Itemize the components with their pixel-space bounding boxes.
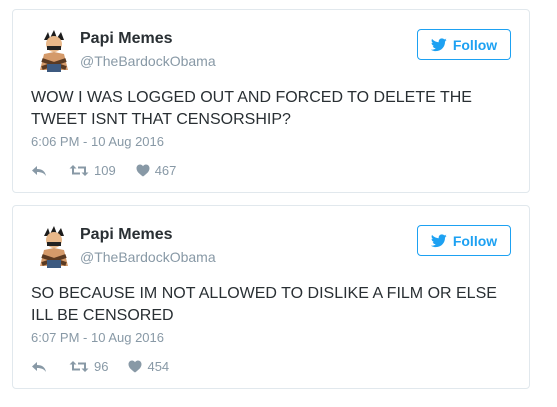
display-name[interactable]: Papi Memes — [80, 226, 172, 244]
reply-icon — [32, 165, 46, 176]
user-handle[interactable]: @TheBardockObama — [80, 53, 216, 69]
twitter-bird-icon — [430, 37, 447, 51]
tweet-card: Papi Memes @TheBardockObama Follow SO BE… — [12, 205, 530, 389]
reply-button[interactable] — [31, 361, 47, 373]
tweet-actions: 109 467 — [31, 163, 176, 178]
retweet-button[interactable]: 109 — [69, 163, 116, 178]
retweet-count: 96 — [94, 359, 109, 374]
like-button[interactable]: 467 — [136, 163, 177, 178]
tweet-timestamp[interactable]: 6:07 PM - 10 Aug 2016 — [31, 330, 164, 345]
follow-label: Follow — [452, 232, 498, 249]
retweet-icon — [69, 165, 89, 176]
retweet-icon — [69, 361, 89, 372]
tweet-timestamp[interactable]: 6:06 PM - 10 Aug 2016 — [31, 134, 164, 149]
tweet-card: Papi Memes @TheBardockObama Follow WOW I… — [12, 9, 530, 193]
heart-icon — [136, 164, 150, 177]
twitter-bird-icon — [430, 233, 447, 247]
display-name[interactable]: Papi Memes — [80, 30, 172, 48]
follow-button[interactable]: Follow — [417, 29, 511, 60]
follow-button[interactable]: Follow — [417, 225, 511, 256]
heart-icon — [128, 360, 142, 373]
tweet-text: SO BECAUSE IM NOT ALLOWED TO DISLIKE A F… — [31, 285, 497, 324]
retweet-button[interactable]: 96 — [69, 359, 108, 374]
user-handle[interactable]: @TheBardockObama — [80, 249, 216, 265]
reply-button[interactable] — [31, 165, 47, 177]
follow-label: Follow — [452, 36, 498, 53]
retweet-count: 109 — [94, 163, 116, 178]
avatar[interactable] — [30, 26, 78, 74]
like-button[interactable]: 454 — [128, 359, 169, 374]
tweet-text: WOW I WAS LOGGED OUT AND FORCED TO DELET… — [31, 89, 472, 128]
like-count: 467 — [154, 163, 177, 178]
tweet-actions: 96 454 — [31, 359, 169, 374]
like-count: 454 — [147, 359, 170, 374]
reply-icon — [32, 361, 46, 372]
avatar[interactable] — [30, 222, 78, 270]
